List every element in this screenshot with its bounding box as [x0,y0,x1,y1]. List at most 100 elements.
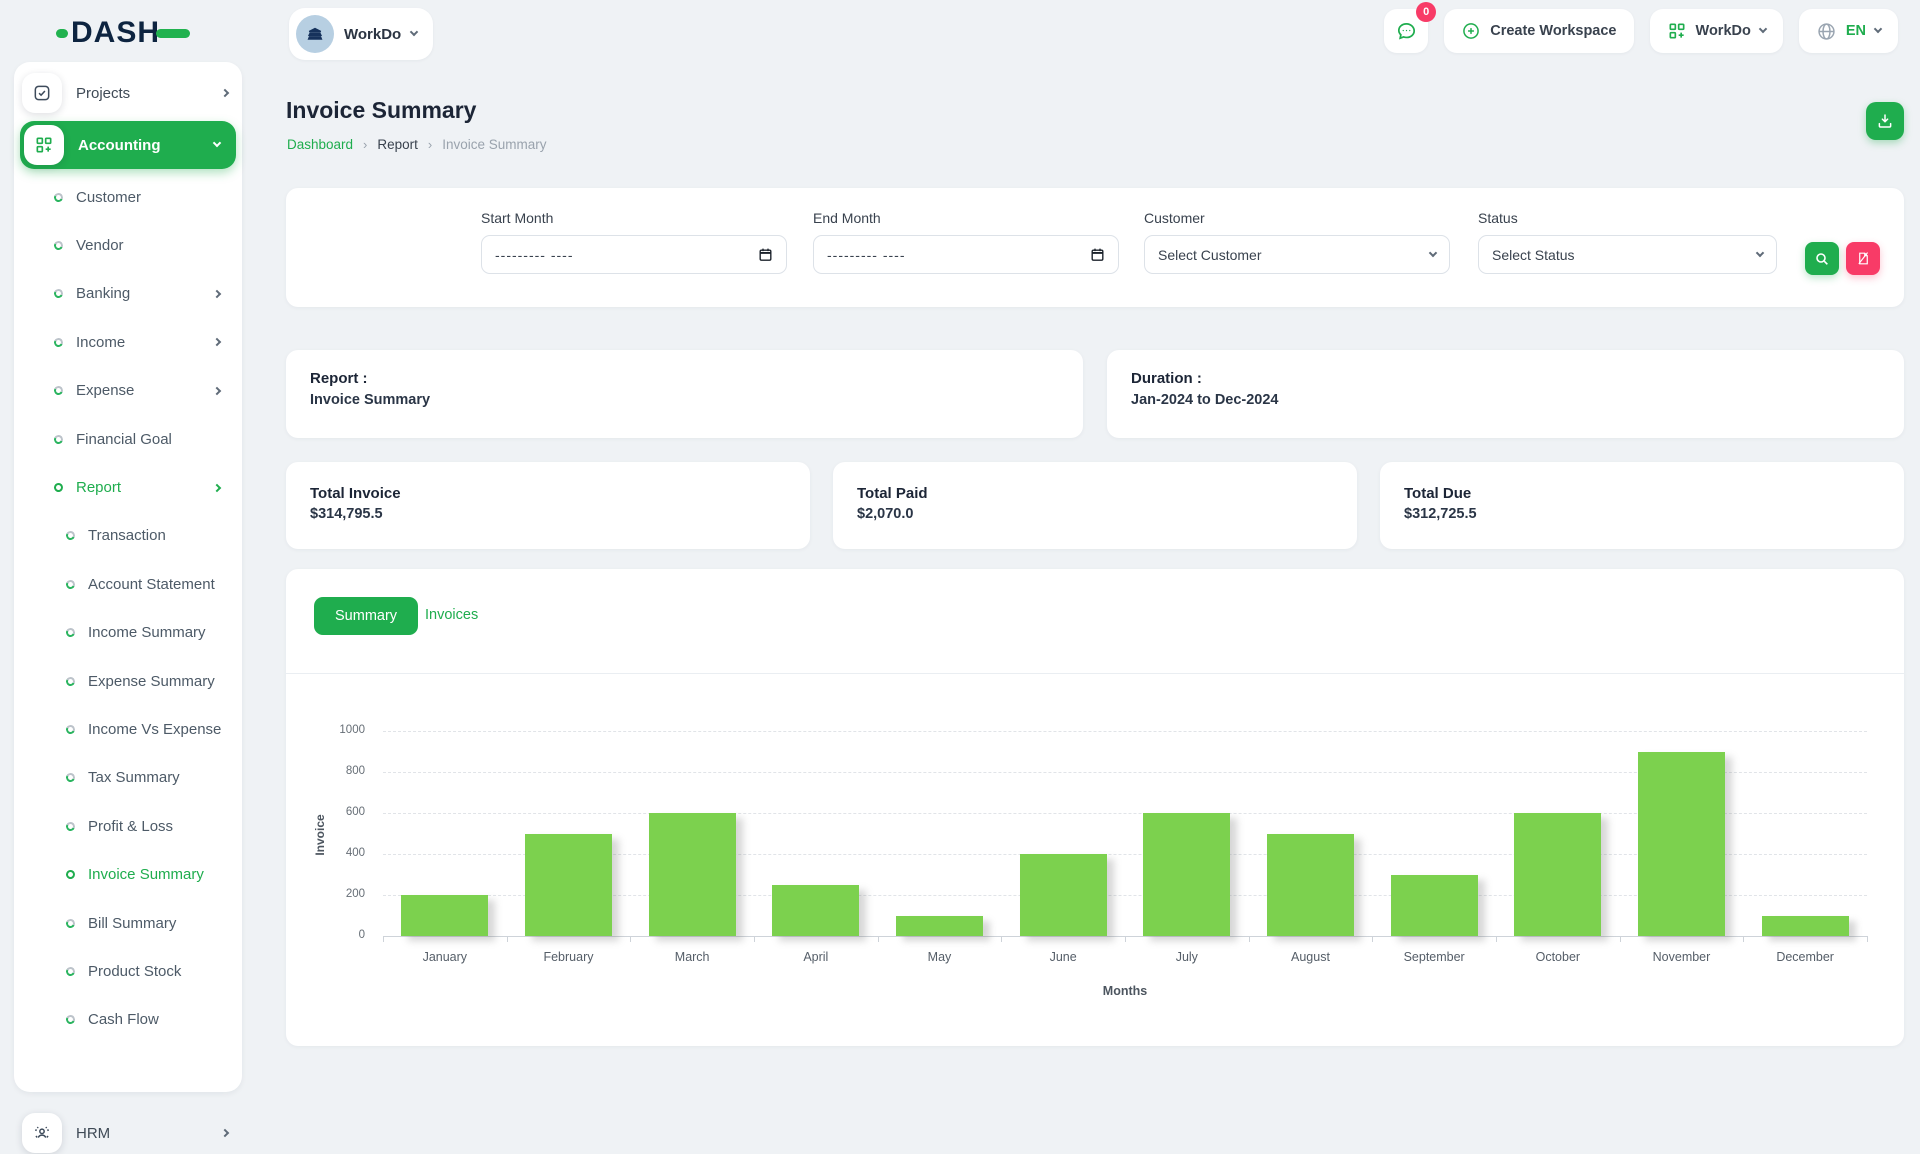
bar-may[interactable] [896,916,983,937]
gridline-1000 [383,731,1867,732]
sidebar-item-account-statement[interactable]: Account Statement [14,560,242,608]
sidebar: Projects Accounting CustomerVendorBankin… [14,62,242,1092]
stat-value: $314,795.5 [310,506,786,522]
duration-value: Jan-2024 to Dec-2024 [1131,392,1880,408]
tab-invoices[interactable]: Invoices [425,607,478,623]
x-tick-label: April [754,950,878,964]
total-invoice-card: Total Invoice $314,795.5 [286,462,810,549]
breadcrumb-dashboard[interactable]: Dashboard [287,137,353,152]
stat-label: Total Invoice [310,485,786,502]
sidebar-item-vendor[interactable]: Vendor [14,221,242,269]
workdo-menu-label: WorkDo [1696,23,1751,39]
sidebar-item-report[interactable]: Report [14,463,242,511]
sidebar-item-financial-goal[interactable]: Financial Goal [14,415,242,463]
sidebar-item-bill-summary[interactable]: Bill Summary [14,899,242,947]
tab-summary[interactable]: Summary [314,597,418,635]
grid-plus-icon [1667,21,1687,41]
sidebar-item-label: Product Stock [88,963,242,980]
axis-tick [507,936,508,942]
sidebar-item-customer[interactable]: Customer [14,173,242,221]
axis-tick [1125,936,1126,942]
download-icon [1876,112,1894,130]
bar-december[interactable] [1762,916,1849,937]
y-tick-label: 1000 [295,724,365,736]
bar-march[interactable] [649,813,736,936]
chevron-right-icon [221,89,229,97]
customer-label: Customer [1144,210,1450,226]
sidebar-item-expense[interactable]: Expense [14,367,242,415]
total-due-card: Total Due $312,725.5 [1380,462,1904,549]
divider [286,673,1904,674]
bullet-icon [53,482,65,494]
bar-november[interactable] [1638,752,1725,937]
messages-button[interactable]: 0 [1384,9,1428,53]
sidebar-item-income-vs-expense[interactable]: Income Vs Expense [14,705,242,753]
bar-july[interactable] [1143,813,1230,936]
accounting-icon [24,125,64,165]
calendar-icon [758,247,773,262]
start-month-input[interactable]: --------- ---- [481,235,787,274]
breadcrumb-current: Invoice Summary [442,137,546,152]
sidebar-item-expense-summary[interactable]: Expense Summary [14,657,242,705]
chevron-down-icon [1756,248,1764,256]
customer-selected-value: Select Customer [1158,247,1261,263]
download-button[interactable] [1866,102,1904,140]
sidebar-item-income-summary[interactable]: Income Summary [14,609,242,657]
workdo-menu-button[interactable]: WorkDo [1650,9,1783,53]
sidebar-item-projects[interactable]: Projects [14,72,242,114]
bullet-icon [65,966,77,978]
chevron-right-icon [213,338,221,346]
sidebar-item-label: Profit & Loss [88,818,242,835]
workspace-switcher[interactable]: WorkDo [289,8,433,60]
building-icon [305,24,325,44]
end-month-group: End Month --------- ---- [813,210,1119,274]
sidebar-submenu: CustomerVendorBankingIncome Expense Financ… [14,173,242,1044]
axis-tick [1867,936,1868,942]
x-tick-label: January [383,950,507,964]
bullet-icon [53,337,65,349]
sidebar-item-tax-summary[interactable]: Tax Summary [14,754,242,802]
sidebar-item-transaction[interactable]: Transaction [14,512,242,560]
sidebar-item-banking[interactable]: Banking [14,270,242,318]
stat-label: Total Paid [857,485,1333,502]
sidebar-item-label: Expense [76,382,201,399]
status-select[interactable]: Select Status [1478,235,1777,274]
sidebar-item-cash-flow[interactable]: Cash Flow [14,996,242,1044]
customer-select[interactable]: Select Customer [1144,235,1450,274]
bullet-icon [53,240,65,252]
sidebar-item-label: Income Summary [88,624,242,641]
breadcrumb-separator: › [363,137,367,152]
sidebar-item-label: Financial Goal [76,431,242,448]
bar-april[interactable] [772,885,859,936]
sidebar-item-label: Report [76,479,201,496]
apply-filter-button[interactable] [1805,242,1839,275]
chart-card: Summary Invoices Invoice JanuaryFebruary… [286,569,1904,1046]
sidebar-item-hrm[interactable]: HRM [14,1112,242,1154]
bar-january[interactable] [401,895,488,936]
breadcrumb-report[interactable]: Report [377,137,418,152]
sidebar-item-income[interactable]: Income [14,318,242,366]
create-workspace-button[interactable]: Create Workspace [1444,9,1633,53]
sidebar-item-label: Income Vs Expense [88,721,242,738]
sidebar-item-label: HRM [76,1125,208,1142]
bar-september[interactable] [1391,875,1478,937]
page-title: Invoice Summary [286,97,476,124]
language-code: EN [1846,23,1866,39]
sidebar-item-invoice-summary[interactable]: Invoice Summary [14,850,242,898]
reset-filter-button[interactable] [1846,242,1880,275]
end-month-input[interactable]: --------- ---- [813,235,1119,274]
chevron-down-icon [410,28,418,36]
bullet-icon [65,579,77,591]
axis-tick [878,936,879,942]
x-tick-label: June [1001,950,1125,964]
sidebar-item-accounting[interactable]: Accounting [20,121,236,169]
logo-text: DASH [71,16,160,50]
bar-august[interactable] [1267,834,1354,937]
sidebar-item-profit-loss[interactable]: Profit & Loss [14,802,242,850]
bar-june[interactable] [1020,854,1107,936]
bar-october[interactable] [1514,813,1601,936]
language-selector[interactable]: EN [1799,9,1898,53]
report-label: Report : [310,370,1059,387]
sidebar-item-product-stock[interactable]: Product Stock [14,947,242,995]
bar-february[interactable] [525,834,612,937]
